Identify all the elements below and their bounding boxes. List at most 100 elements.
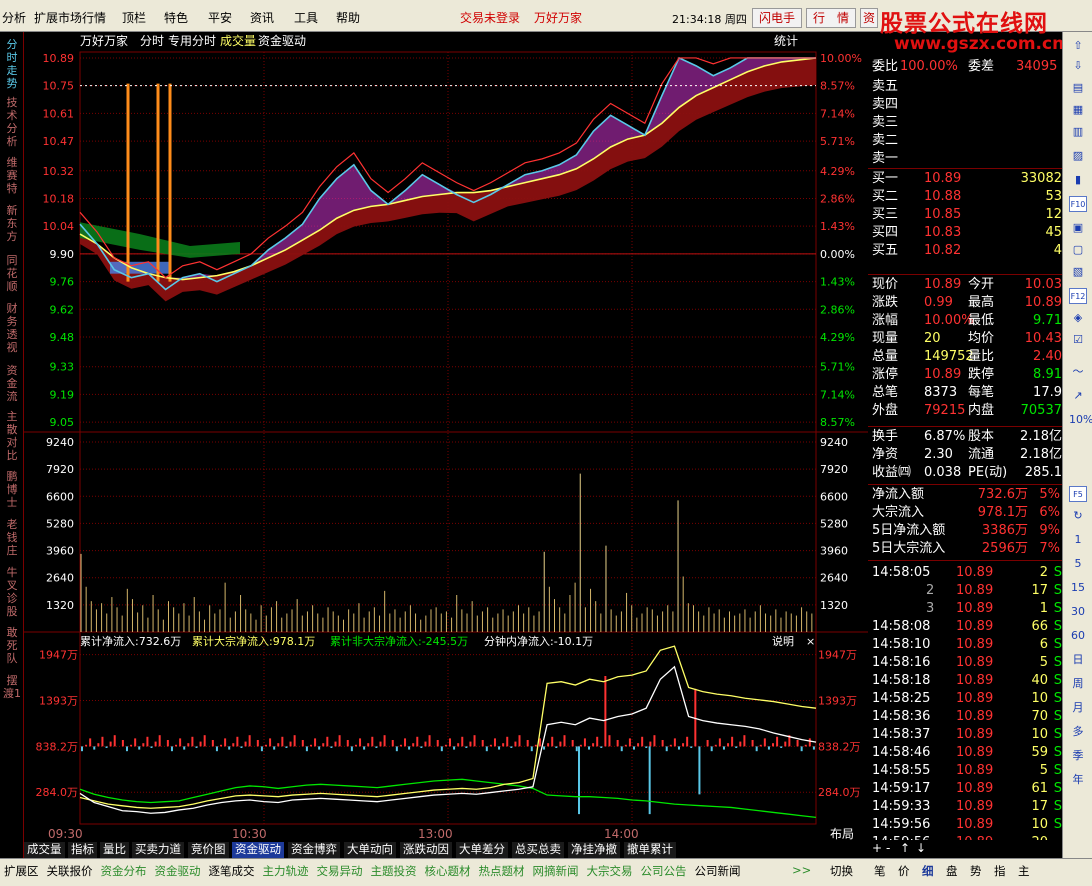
left-tab-gansidui[interactable]: 敢死队: [2, 626, 22, 665]
chart-tab-fenshi[interactable]: 分时: [140, 34, 164, 48]
bottom-tab[interactable]: 公司公告: [641, 863, 687, 879]
menu-item-pingan[interactable]: 平安: [208, 9, 232, 26]
tick-view-tab[interactable]: 笔: [874, 863, 886, 879]
switch-button[interactable]: 切换: [830, 863, 853, 879]
buy-row[interactable]: 买三 10.85 12: [868, 206, 1062, 224]
table-icon[interactable]: ▦: [1069, 102, 1087, 118]
capital-close-icon[interactable]: ×: [806, 635, 815, 648]
indicator-tab[interactable]: 竞价图: [188, 842, 229, 858]
nav-down[interactable]: ↓: [916, 841, 926, 855]
indicator-tab[interactable]: 撤单累计: [624, 842, 676, 858]
left-tab-tonghuashun[interactable]: 同花顺: [2, 254, 22, 293]
f10-button[interactable]: F10: [1069, 196, 1087, 212]
quote-row[interactable]: 涨停 10.89 跌停 8.91: [868, 366, 1062, 384]
candle-icon[interactable]: ▮: [1069, 172, 1087, 188]
info-button[interactable]: 资讯: [860, 8, 878, 28]
layout-button[interactable]: 布局: [830, 827, 854, 841]
left-tab-laoqianzhuang[interactable]: 老钱庄: [2, 518, 22, 557]
period-5min[interactable]: 5: [1069, 556, 1087, 572]
quote-button[interactable]: 行 情: [806, 8, 856, 28]
indicator-tab[interactable]: 净挂净撤: [568, 842, 620, 858]
left-tab-technical[interactable]: 技术分析: [2, 96, 22, 148]
tick-row[interactable]: 14:58:08 10.89 66 S: [868, 618, 1062, 636]
tick-row[interactable]: 14:58:18 10.89 40 S: [868, 672, 1062, 690]
tick-row[interactable]: 14:59:17 10.89 61 S: [868, 780, 1062, 798]
fund-row[interactable]: 收益㈣ 0.038 PE(动) 285.1: [868, 464, 1062, 482]
sell-row[interactable]: 卖三: [868, 114, 1062, 132]
tick-view-tab[interactable]: 指: [994, 863, 1006, 879]
quote-row[interactable]: 现价 10.89 今开 10.03: [868, 276, 1062, 294]
news-icon[interactable]: ▣: [1069, 220, 1087, 236]
fund-row[interactable]: 换手 6.87% 股本 2.18亿: [868, 428, 1062, 446]
trend-icon[interactable]: ↗: [1069, 388, 1087, 404]
period-15min[interactable]: 15: [1069, 580, 1087, 596]
tick-row[interactable]: 3 10.89 1 S: [868, 600, 1062, 618]
bottom-tab[interactable]: 资金驱动: [155, 863, 201, 879]
flow-row[interactable]: 大宗流入 978.1万 6%: [868, 504, 1062, 522]
tick-row[interactable]: 14:58:25 10.89 10 S: [868, 690, 1062, 708]
sell-row[interactable]: 卖四: [868, 96, 1062, 114]
trade-login-status[interactable]: 交易未登录: [460, 9, 520, 26]
indicator-tab[interactable]: 指标: [68, 842, 97, 858]
menu-item-extended-market[interactable]: 扩展市场行情: [34, 9, 106, 26]
tick-row[interactable]: 14:58:05 10.89 2 S: [868, 564, 1062, 582]
quote-row[interactable]: 涨幅 10.00% 最低 9.71: [868, 312, 1062, 330]
fund-row[interactable]: 净资 2.30 流通 2.18亿: [868, 446, 1062, 464]
buy-row[interactable]: 买一 10.89 33082: [868, 170, 1062, 188]
flow-row[interactable]: 5日大宗流入 2596万 7%: [868, 540, 1062, 558]
menu-item-news[interactable]: 资讯: [250, 9, 274, 26]
left-tab-pengboshi[interactable]: 鹏博士: [2, 470, 22, 509]
indicator-tab[interactable]: 买卖力道: [132, 842, 184, 858]
flow-row[interactable]: 5日净流入额 3386万 9%: [868, 522, 1062, 540]
indicator-tab[interactable]: 总买总卖: [512, 842, 564, 858]
menu-item-help[interactable]: 帮助: [336, 9, 360, 26]
bottom-tab[interactable]: 关联报价: [47, 863, 93, 879]
tick-view-tab[interactable]: 主: [1018, 863, 1030, 879]
bottom-tab[interactable]: 交易异动: [317, 863, 363, 879]
nav-up[interactable]: ↑: [900, 841, 910, 855]
sell-row[interactable]: 卖二: [868, 132, 1062, 150]
left-tab-intraday[interactable]: 分时走势: [2, 38, 22, 90]
nav-plus[interactable]: +: [872, 841, 882, 855]
tick-view-tab[interactable]: 势: [970, 863, 982, 879]
tick-row[interactable]: 14:58:46 10.89 59 S: [868, 744, 1062, 762]
chart-tab-volume[interactable]: 成交量: [220, 33, 256, 48]
left-tab-main-retail[interactable]: 主散对比: [2, 410, 22, 462]
tick-row[interactable]: 14:58:36 10.89 70 S: [868, 708, 1062, 726]
nav-minus[interactable]: -: [886, 841, 890, 855]
percent-icon[interactable]: 10%: [1069, 412, 1092, 428]
menu-item-top-bar[interactable]: 顶栏: [122, 9, 146, 26]
key-icon[interactable]: ◈: [1069, 310, 1087, 326]
tick-row[interactable]: 14:58:37 10.89 10 S: [868, 726, 1062, 744]
tick-view-tab[interactable]: 价: [898, 863, 910, 879]
menu-item-tools[interactable]: 工具: [294, 9, 318, 26]
tick-row[interactable]: 2 10.89 17 S: [868, 582, 1062, 600]
indicator-tab[interactable]: 量比: [100, 842, 129, 858]
sell-row[interactable]: 卖五: [868, 78, 1062, 96]
quote-row[interactable]: 外盘 79215 内盘 70537: [868, 402, 1062, 420]
left-tab-finance[interactable]: 财务透视: [2, 302, 22, 354]
list-icon[interactable]: ▤: [1069, 80, 1087, 96]
bottom-tab[interactable]: 核心题材: [425, 863, 471, 879]
tick-row[interactable]: 14:58:10 10.89 6 S: [868, 636, 1062, 654]
tick-row[interactable]: 14:59:33 10.89 17 S: [868, 798, 1062, 816]
bottom-tab[interactable]: 主题投资: [371, 863, 417, 879]
indicator-tab[interactable]: 资金博弈: [288, 842, 340, 858]
tick-row[interactable]: 14:58:16 10.89 5 S: [868, 654, 1062, 672]
indicator-tab[interactable]: 大单差分: [456, 842, 508, 858]
chart-tab-special[interactable]: 专用分时: [168, 33, 216, 48]
bottom-tab[interactable]: 大宗交易: [587, 863, 633, 879]
broker-name[interactable]: 万好万家: [534, 9, 582, 26]
chart-icon[interactable]: ▨: [1069, 148, 1087, 164]
wave-icon[interactable]: 〜: [1069, 364, 1087, 380]
capital-help-button[interactable]: 说明: [772, 634, 794, 648]
chart-canvas[interactable]: 万好万家 分时 专用分时 成交量 资金驱动 统计 10.89 10.00% 10.7…: [24, 32, 870, 858]
quote-row[interactable]: 现量 20 均价 10.43: [868, 330, 1062, 348]
buy-row[interactable]: 买五 10.82 4: [868, 242, 1062, 260]
buy-row[interactable]: 买四 10.83 45: [868, 224, 1062, 242]
flash-trade-button[interactable]: 闪电手: [752, 8, 802, 28]
period-day[interactable]: 日: [1069, 652, 1087, 668]
flow-row[interactable]: 净流入额 732.6万 5%: [868, 486, 1062, 504]
bottom-tab[interactable]: 热点题材: [479, 863, 525, 879]
period-quarter[interactable]: 季: [1069, 748, 1087, 764]
